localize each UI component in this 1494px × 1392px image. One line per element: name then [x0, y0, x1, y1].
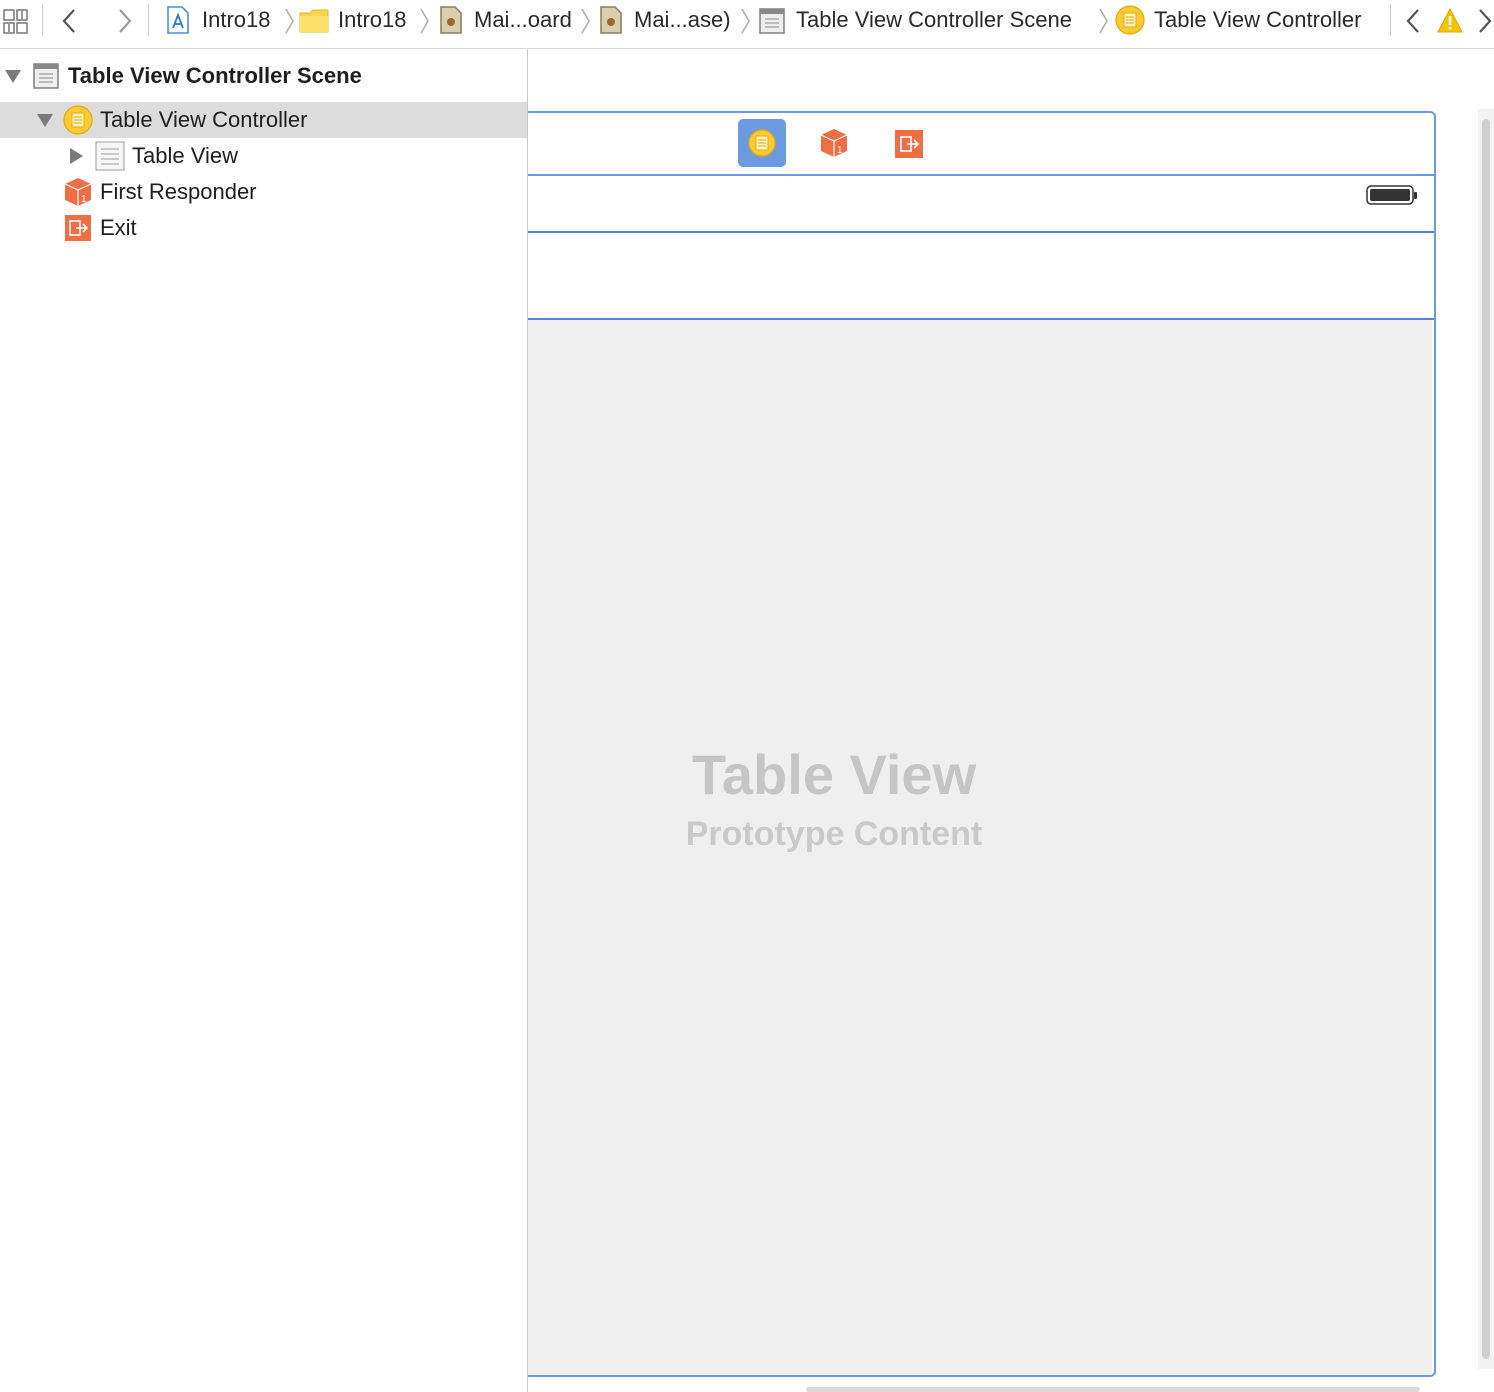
status-bar: [528, 176, 1434, 233]
breadcrumb-project[interactable]: Intro18: [164, 0, 271, 40]
related-items-icon[interactable]: [2, 6, 30, 36]
battery-icon: [1366, 185, 1417, 205]
outline-row-table-view-controller[interactable]: Table View Controller: [0, 102, 527, 138]
forward-arrow-icon[interactable]: [112, 6, 136, 36]
storyboard-icon: [440, 6, 462, 34]
warning-icon[interactable]: [1436, 6, 1464, 36]
scene-frame[interactable]: 1 Table View Prototype Content: [528, 111, 1436, 1377]
outline-label: Table View: [132, 143, 238, 168]
scene-dock: 1: [528, 113, 1434, 176]
chevron-right-icon: [285, 8, 294, 34]
breadcrumb-label: Table View Controller Scene: [796, 7, 1072, 32]
separator: [42, 4, 43, 36]
back-arrow-icon[interactable]: [58, 6, 82, 36]
view-controller-icon: [63, 105, 93, 135]
view-controller-icon: [1115, 5, 1145, 35]
storyboard-icon: [600, 6, 622, 34]
chevron-right-icon: [741, 8, 750, 34]
table-view[interactable]: Table View Prototype Content: [528, 320, 1432, 1375]
separator: [1390, 4, 1391, 36]
vertical-scrollbar-thumb[interactable]: [1482, 119, 1490, 1359]
disclosure-triangle-expanded-icon[interactable]: [4, 67, 22, 85]
view-controller-dock-button[interactable]: [738, 119, 786, 167]
table-view-placeholder-title: Table View: [691, 743, 977, 806]
first-responder-icon: 1: [64, 178, 92, 206]
breadcrumb-storyboard[interactable]: Mai...oard: [438, 0, 572, 40]
outline-row-table-view[interactable]: Table View: [0, 138, 527, 174]
breadcrumb-view-controller[interactable]: Table View Controller: [1114, 0, 1361, 40]
project-icon: [167, 6, 189, 34]
folder-icon: [299, 9, 329, 33]
document-outline: Table View Controller Scene Table View C…: [0, 49, 528, 1392]
previous-issue-icon[interactable]: [1402, 6, 1426, 36]
breadcrumb-label: Intro18: [202, 7, 271, 32]
breadcrumb-label: Table View Controller: [1154, 7, 1362, 32]
scene-icon: [33, 63, 59, 89]
disclosure-triangle-expanded-icon[interactable]: [36, 111, 54, 129]
outline-label: Table View Controller: [100, 107, 308, 132]
outline-label: Table View Controller Scene: [68, 63, 362, 88]
svg-text:1: 1: [837, 145, 843, 156]
outline-label: First Responder: [100, 179, 257, 204]
jump-bar: Intro18 Intro18 Mai...oard Mai...ase) Ta…: [0, 0, 1494, 49]
disclosure-triangle-collapsed-icon[interactable]: [68, 147, 84, 165]
storyboard-canvas[interactable]: 1 Table View Prototype Content: [528, 49, 1494, 1392]
outline-row-scene[interactable]: Table View Controller Scene: [0, 58, 527, 94]
chevron-right-icon: [581, 8, 590, 34]
breadcrumb-folder[interactable]: Intro18: [298, 0, 407, 40]
separator: [148, 4, 149, 36]
next-issue-icon[interactable]: [1474, 6, 1494, 36]
exit-icon[interactable]: [894, 129, 924, 159]
breadcrumb-label: Mai...ase): [634, 7, 731, 32]
view-controller-icon: [748, 129, 776, 157]
first-responder-icon[interactable]: 1: [818, 127, 850, 159]
scene-icon: [759, 8, 785, 34]
horizontal-scrollbar-thumb[interactable]: [806, 1387, 1420, 1392]
breadcrumb-storyboard-base[interactable]: Mai...ase): [598, 0, 731, 40]
table-view-icon: [95, 141, 125, 171]
chevron-right-icon: [420, 8, 429, 34]
exit-icon: [65, 215, 91, 241]
table-view-placeholder-subtitle: Prototype Content: [685, 815, 983, 853]
svg-text:1: 1: [81, 194, 87, 205]
chevron-right-icon: [1099, 8, 1108, 34]
breadcrumb-label: Mai...oard: [474, 7, 572, 32]
navigation-bar[interactable]: [528, 233, 1434, 320]
outline-label: Exit: [100, 215, 137, 240]
outline-row-first-responder[interactable]: 1 First Responder: [0, 174, 527, 210]
breadcrumb-scene[interactable]: Table View Controller Scene: [758, 0, 1072, 40]
breadcrumb-label: Intro18: [338, 7, 407, 32]
outline-row-exit[interactable]: Exit: [0, 210, 527, 246]
